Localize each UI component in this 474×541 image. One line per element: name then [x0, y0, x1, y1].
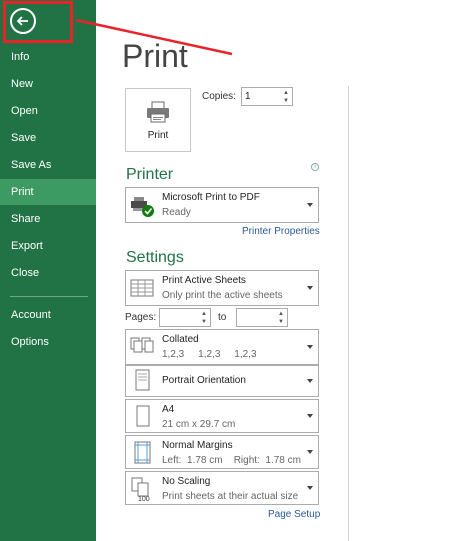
paper-size-dropdown[interactable]: A4 21 cm x 29.7 cm — [125, 399, 319, 433]
copies-label: Copies: — [202, 91, 236, 102]
scaling-subtitle: Print sheets at their actual size — [162, 491, 299, 502]
margins-subtitle: Left: 1.78 cm Right: 1.78 cm — [162, 455, 301, 466]
paper-size-icon — [136, 405, 150, 427]
printer-status: Ready — [162, 207, 191, 218]
printer-heading: Printer — [126, 166, 174, 183]
paper-size-title: A4 — [162, 404, 175, 415]
nav-new[interactable]: New — [0, 71, 96, 97]
print-button-label: Print — [147, 130, 169, 141]
settings-heading: Settings — [126, 249, 184, 266]
collation-subtitle: 1,2,3 1,2,3 1,2,3 — [162, 349, 257, 360]
sheets-icon — [130, 279, 154, 297]
nav-divider — [10, 296, 88, 297]
pages-from-spin-arrows[interactable]: ▲ ▼ — [200, 310, 208, 326]
printer-properties-link[interactable]: Printer Properties — [242, 226, 320, 237]
copies-spin-arrows[interactable]: ▲ ▼ — [282, 89, 290, 105]
chevron-down-icon — [307, 286, 313, 290]
scaling-dropdown[interactable]: 100 No Scaling Print sheets at their act… — [125, 471, 319, 505]
pages-to-spinner[interactable]: ▲ ▼ — [236, 308, 288, 327]
back-button-highlight-box — [3, 1, 73, 43]
printer-icon — [147, 101, 169, 123]
nav-save-as[interactable]: Save As — [0, 152, 96, 178]
chevron-down-icon — [307, 414, 313, 418]
pages-to-spin-arrows[interactable]: ▲ ▼ — [277, 310, 285, 326]
collation-dropdown[interactable]: Collated 1,2,3 1,2,3 1,2,3 — [125, 329, 319, 365]
scaling-icon: 100 — [131, 477, 150, 502]
chevron-down-icon — [307, 486, 313, 490]
page-setup-link[interactable]: Page Setup — [268, 509, 320, 520]
margins-icon — [134, 441, 151, 464]
print-what-title: Print Active Sheets — [162, 275, 246, 286]
print-what-dropdown[interactable]: Print Active Sheets Only print the activ… — [125, 270, 319, 306]
nav-share[interactable]: Share — [0, 206, 96, 232]
nav-open[interactable]: Open — [0, 98, 96, 124]
nav-info[interactable]: Info — [0, 44, 96, 70]
nav-export[interactable]: Export — [0, 233, 96, 259]
info-icon[interactable]: i — [311, 163, 319, 171]
chevron-down-icon — [307, 379, 313, 383]
copies-value: 1 — [245, 91, 251, 102]
to-label: to — [218, 312, 227, 323]
margins-title: Normal Margins — [162, 440, 233, 451]
pages-label: Pages: — [125, 312, 157, 323]
printer-name: Microsoft Print to PDF — [162, 192, 260, 203]
orientation-dropdown[interactable]: Portrait Orientation — [125, 365, 319, 397]
portrait-orientation-icon — [135, 369, 150, 391]
chevron-down-icon — [307, 450, 313, 454]
page-title: Print — [122, 38, 188, 74]
collation-title: Collated — [162, 334, 199, 345]
margins-dropdown[interactable]: Normal Margins Left: 1.78 cm Right: 1.78… — [125, 435, 319, 469]
printer-ready-icon — [131, 197, 154, 217]
printer-dropdown[interactable]: Microsoft Print to PDF Ready — [125, 187, 319, 223]
scaling-title: No Scaling — [162, 476, 211, 487]
preview-divider — [348, 86, 349, 541]
paper-size-subtitle: 21 cm x 29.7 cm — [162, 419, 236, 430]
collated-icon — [130, 337, 154, 353]
backstage-sidebar: Info New Open Save Save As Print Share E… — [0, 0, 96, 541]
nav-options[interactable]: Options — [0, 329, 96, 355]
nav-print[interactable]: Print — [0, 179, 96, 205]
nav-account[interactable]: Account — [0, 302, 96, 328]
svg-text:100: 100 — [138, 496, 150, 502]
print-button[interactable]: Print — [125, 88, 191, 152]
print-what-subtitle: Only print the active sheets — [162, 290, 283, 301]
chevron-down-icon — [307, 203, 313, 207]
chevron-down-icon — [307, 345, 313, 349]
nav-save[interactable]: Save — [0, 125, 96, 151]
copies-spinner[interactable]: 1 ▲ ▼ — [241, 87, 293, 106]
nav-close[interactable]: Close — [0, 260, 96, 286]
orientation-title: Portrait Orientation — [162, 375, 246, 386]
pages-from-spinner[interactable]: ▲ ▼ — [159, 308, 211, 327]
